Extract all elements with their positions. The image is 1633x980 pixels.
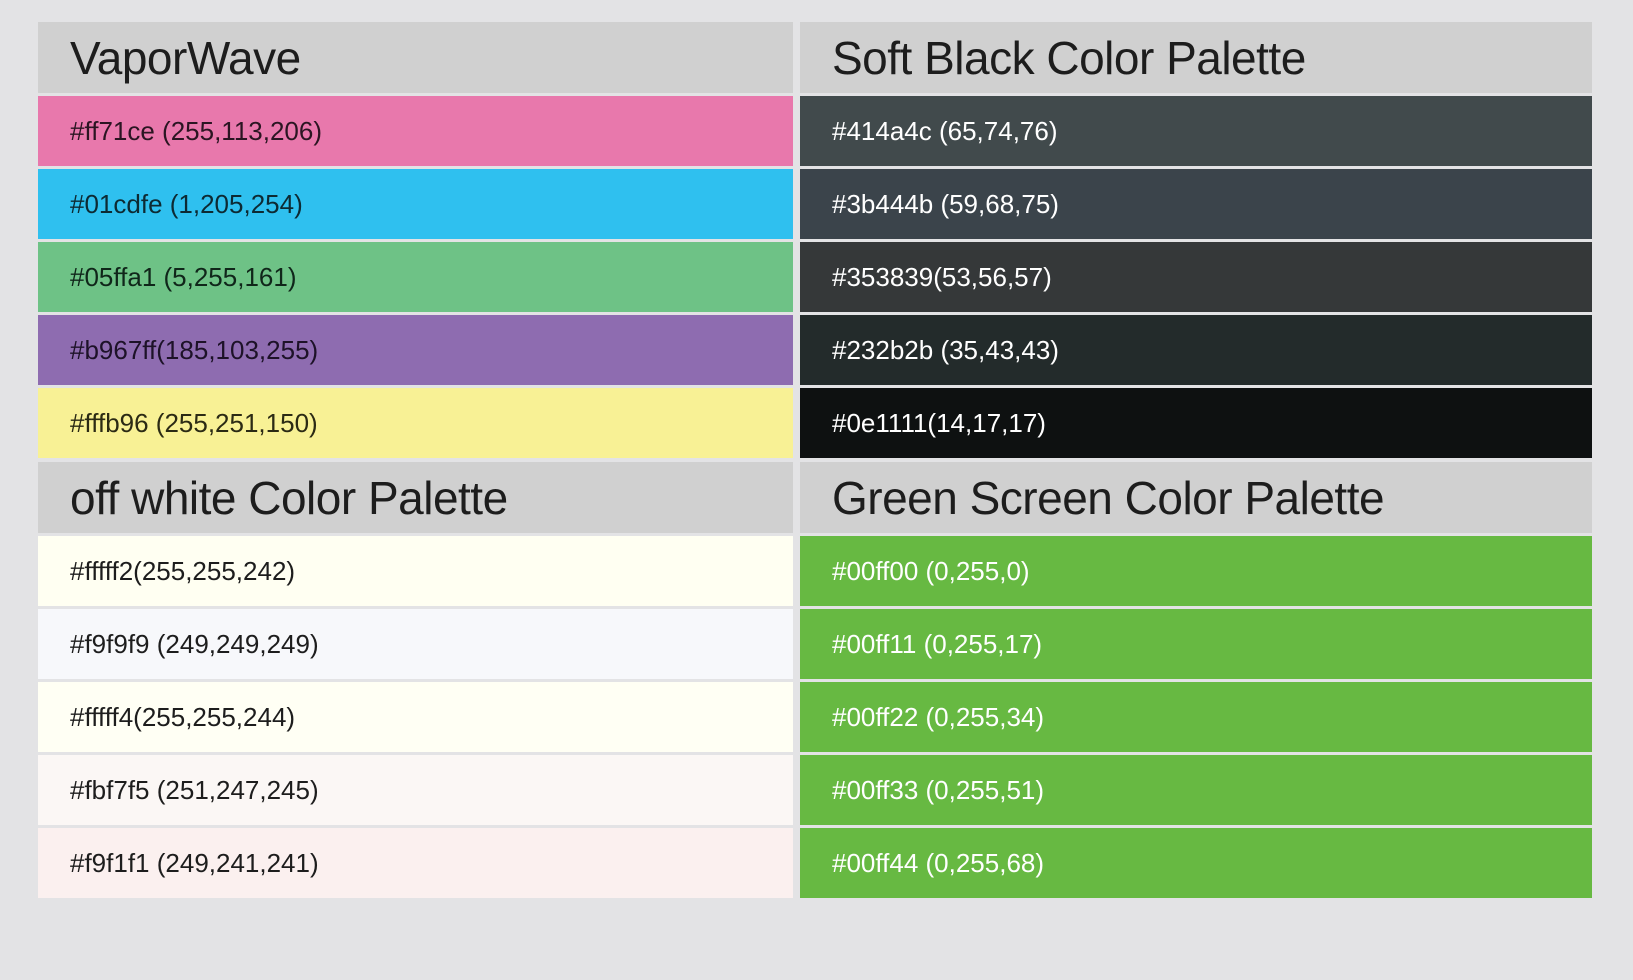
color-swatch[interactable]: #00ff11 (0,255,17) xyxy=(800,609,1592,679)
color-swatch[interactable]: #b967ff(185,103,255) xyxy=(38,315,793,385)
color-swatch[interactable]: #00ff44 (0,255,68) xyxy=(800,828,1592,898)
color-swatch[interactable]: #00ff33 (0,255,51) xyxy=(800,755,1592,825)
palette-off-white: off white Color Palette #fffff2(255,255,2… xyxy=(38,462,793,898)
color-swatch-label: #00ff33 (0,255,51) xyxy=(832,777,1044,803)
palette-title: off white Color Palette xyxy=(70,475,508,521)
color-swatch[interactable]: #414a4c (65,74,76) xyxy=(800,96,1592,166)
color-swatch[interactable]: #00ff22 (0,255,34) xyxy=(800,682,1592,752)
palette-header-green-screen: Green Screen Color Palette xyxy=(800,462,1592,533)
color-swatch[interactable]: #3b444b (59,68,75) xyxy=(800,169,1592,239)
color-swatch-label: #05ffa1 (5,255,161) xyxy=(70,264,296,290)
palette-header-off-white: off white Color Palette xyxy=(38,462,793,533)
palette-header-soft-black: Soft Black Color Palette xyxy=(800,22,1592,93)
palette-vaporwave: VaporWave #ff71ce (255,113,206) #01cdfe (1… xyxy=(38,22,793,458)
color-swatch-label: #fffff2(255,255,242) xyxy=(70,558,295,584)
left-column: VaporWave #ff71ce (255,113,206) #01cdfe (1… xyxy=(38,22,793,898)
color-swatch-label: #f9f9f9 (249,249,249) xyxy=(70,631,319,657)
color-swatch[interactable]: #f9f9f9 (249,249,249) xyxy=(38,609,793,679)
color-palette-board: VaporWave #ff71ce (255,113,206) #01cdfe (1… xyxy=(0,0,1633,980)
color-swatch-label: #00ff11 (0,255,17) xyxy=(832,631,1042,657)
color-swatch-label: #232b2b (35,43,43) xyxy=(832,337,1059,363)
color-swatch-label: #414a4c (65,74,76) xyxy=(832,118,1058,144)
color-swatch[interactable]: #00ff00 (0,255,0) xyxy=(800,536,1592,606)
right-column: Soft Black Color Palette #414a4c (65,74,7… xyxy=(800,22,1592,898)
color-swatch-label: #00ff00 (0,255,0) xyxy=(832,558,1030,584)
color-swatch-label: #353839(53,56,57) xyxy=(832,264,1052,290)
color-swatch-label: #fffb96 (255,251,150) xyxy=(70,410,318,436)
color-swatch[interactable]: #f9f1f1 (249,241,241) xyxy=(38,828,793,898)
palette-green-screen: Green Screen Color Palette #00ff00 (0,255… xyxy=(800,462,1592,898)
color-swatch[interactable]: #ff71ce (255,113,206) xyxy=(38,96,793,166)
color-swatch[interactable]: #0e1111(14,17,17) xyxy=(800,388,1592,458)
color-swatch-label: #fbf7f5 (251,247,245) xyxy=(70,777,319,803)
color-swatch-label: #ff71ce (255,113,206) xyxy=(70,118,322,144)
palette-soft-black: Soft Black Color Palette #414a4c (65,74,7… xyxy=(800,22,1592,458)
color-swatch[interactable]: #232b2b (35,43,43) xyxy=(800,315,1592,385)
color-swatch-label: #f9f1f1 (249,241,241) xyxy=(70,850,319,876)
color-swatch-label: #b967ff(185,103,255) xyxy=(70,337,318,363)
color-swatch-label: #3b444b (59,68,75) xyxy=(832,191,1059,217)
color-swatch-label: #00ff44 (0,255,68) xyxy=(832,850,1044,876)
color-swatch-label: #0e1111(14,17,17) xyxy=(832,410,1046,436)
palette-header-vaporwave: VaporWave xyxy=(38,22,793,93)
color-swatch[interactable]: #fbf7f5 (251,247,245) xyxy=(38,755,793,825)
color-swatch-label: #01cdfe (1,205,254) xyxy=(70,191,303,217)
palette-title: Green Screen Color Palette xyxy=(832,475,1384,521)
color-swatch[interactable]: #fffb96 (255,251,150) xyxy=(38,388,793,458)
color-swatch[interactable]: #05ffa1 (5,255,161) xyxy=(38,242,793,312)
color-swatch-label: #00ff22 (0,255,34) xyxy=(832,704,1044,730)
color-swatch[interactable]: #01cdfe (1,205,254) xyxy=(38,169,793,239)
color-swatch-label: #fffff4(255,255,244) xyxy=(70,704,295,730)
palette-title: VaporWave xyxy=(70,35,301,81)
color-swatch[interactable]: #353839(53,56,57) xyxy=(800,242,1592,312)
palette-title: Soft Black Color Palette xyxy=(832,35,1306,81)
color-swatch[interactable]: #fffff2(255,255,242) xyxy=(38,536,793,606)
color-swatch[interactable]: #fffff4(255,255,244) xyxy=(38,682,793,752)
